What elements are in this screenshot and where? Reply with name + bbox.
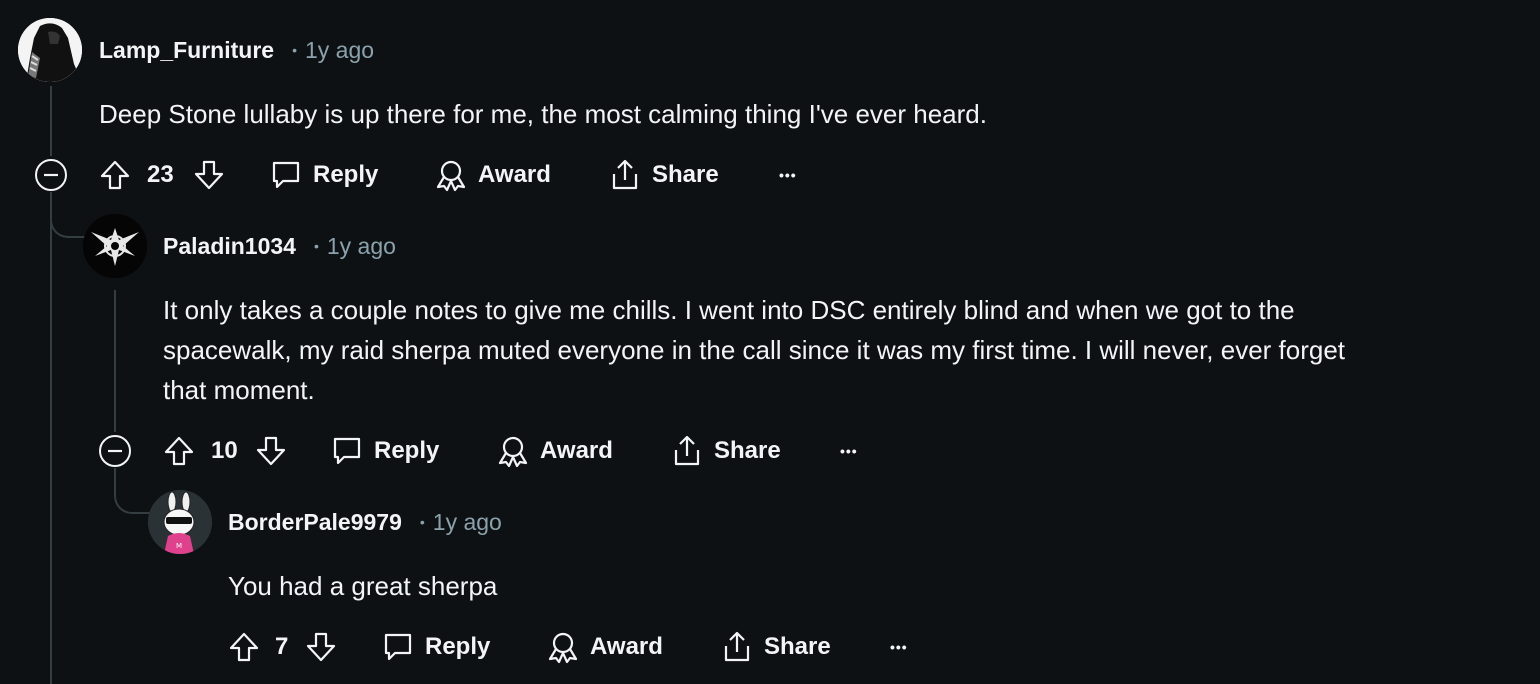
- upvote-button[interactable]: [99, 155, 131, 195]
- comment-actions: 7 Reply Award Share •••: [228, 627, 928, 667]
- thread-line-root-lower: [50, 192, 52, 684]
- comment-meta-borderpale9979: BorderPale9979 • 1y ago: [228, 509, 502, 536]
- more-options-button[interactable]: •••: [779, 155, 797, 195]
- avatar-borderpale9979[interactable]: M: [148, 490, 212, 554]
- comment-body: You had a great sherpa: [228, 566, 1508, 606]
- reply-button[interactable]: Reply: [269, 155, 378, 195]
- downvote-button[interactable]: [255, 431, 287, 471]
- comment-age[interactable]: 1y ago: [305, 37, 374, 64]
- upvote-icon: [100, 160, 130, 190]
- upvote-icon: [229, 632, 259, 662]
- username[interactable]: Lamp_Furniture: [99, 37, 274, 64]
- comment-line: You had a great sherpa: [228, 571, 498, 601]
- share-label: Share: [714, 437, 781, 464]
- collapse-button[interactable]: [98, 434, 132, 473]
- award-icon: [436, 160, 466, 192]
- comment-line: It only takes a couple notes to give me …: [163, 295, 1295, 325]
- comment-line: Deep Stone lullaby is up there for me, t…: [99, 99, 987, 129]
- avatar-paladin1034[interactable]: [83, 214, 147, 278]
- meta-separator: •: [313, 238, 319, 254]
- comment-meta-paladin1034: Paladin1034 • 1y ago: [163, 233, 396, 260]
- share-label: Share: [764, 633, 831, 660]
- reply-button[interactable]: Reply: [381, 627, 490, 667]
- downvote-icon: [306, 632, 336, 662]
- award-label: Award: [590, 633, 663, 660]
- comment-age[interactable]: 1y ago: [433, 509, 502, 536]
- comment-actions: 23 Reply Award Share •••: [99, 155, 819, 195]
- meta-separator: •: [419, 514, 425, 530]
- share-icon: [674, 435, 700, 466]
- award-label: Award: [478, 161, 551, 188]
- username[interactable]: Paladin1034: [163, 233, 296, 260]
- award-button[interactable]: Award: [546, 627, 663, 667]
- comment-body: It only takes a couple notes to give me …: [163, 290, 1523, 410]
- more-options-button[interactable]: •••: [890, 627, 908, 667]
- share-button[interactable]: Share: [670, 431, 781, 471]
- reply-icon: [333, 437, 361, 465]
- reply-label: Reply: [313, 161, 379, 188]
- comment-body: Deep Stone lullaby is up there for me, t…: [99, 94, 1499, 134]
- award-icon: [548, 632, 578, 664]
- username[interactable]: BorderPale9979: [228, 509, 402, 536]
- share-button[interactable]: Share: [608, 155, 719, 195]
- downvote-icon: [194, 160, 224, 190]
- award-label: Award: [540, 437, 613, 464]
- share-label: Share: [652, 161, 719, 188]
- comment-age[interactable]: 1y ago: [327, 233, 396, 260]
- upvote-icon: [164, 436, 194, 466]
- share-icon: [612, 159, 638, 190]
- award-button[interactable]: Award: [496, 431, 613, 471]
- avatar-lamp-furniture[interactable]: [18, 18, 82, 82]
- reply-label: Reply: [425, 633, 491, 660]
- comment-line: spacewalk, my raid sherpa muted everyone…: [163, 335, 1346, 365]
- downvote-icon: [256, 436, 286, 466]
- award-icon: [498, 436, 528, 468]
- comment-meta-lamp-furniture: Lamp_Furniture • 1y ago: [99, 37, 374, 64]
- thread-line-root: [50, 86, 52, 156]
- comment-actions: 10 Reply Award Share •••: [163, 431, 883, 471]
- share-button[interactable]: Share: [720, 627, 831, 667]
- svg-text:M: M: [176, 542, 182, 550]
- meta-separator: •: [292, 42, 297, 58]
- downvote-button[interactable]: [305, 627, 337, 667]
- more-icon: •••: [890, 639, 908, 655]
- reply-icon: [384, 633, 412, 661]
- vote-count: 10: [211, 437, 238, 464]
- more-icon: •••: [779, 167, 797, 183]
- upvote-button[interactable]: [163, 431, 195, 471]
- award-button[interactable]: Award: [434, 155, 551, 195]
- reply-label: Reply: [374, 437, 440, 464]
- upvote-button[interactable]: [228, 627, 260, 667]
- share-icon: [724, 631, 750, 662]
- collapse-button[interactable]: [34, 158, 68, 197]
- thread-line-paladin: [114, 290, 116, 432]
- vote-count: 7: [275, 633, 289, 660]
- reply-button[interactable]: Reply: [330, 431, 439, 471]
- vote-count: 23: [147, 161, 174, 188]
- comment-line: that moment.: [163, 375, 315, 405]
- downvote-button[interactable]: [193, 155, 225, 195]
- thread-connector-borderpale: [114, 468, 150, 514]
- thread-connector-paladin: [50, 192, 86, 238]
- reply-icon: [272, 161, 300, 189]
- more-icon: •••: [840, 443, 858, 459]
- more-options-button[interactable]: •••: [840, 431, 858, 471]
